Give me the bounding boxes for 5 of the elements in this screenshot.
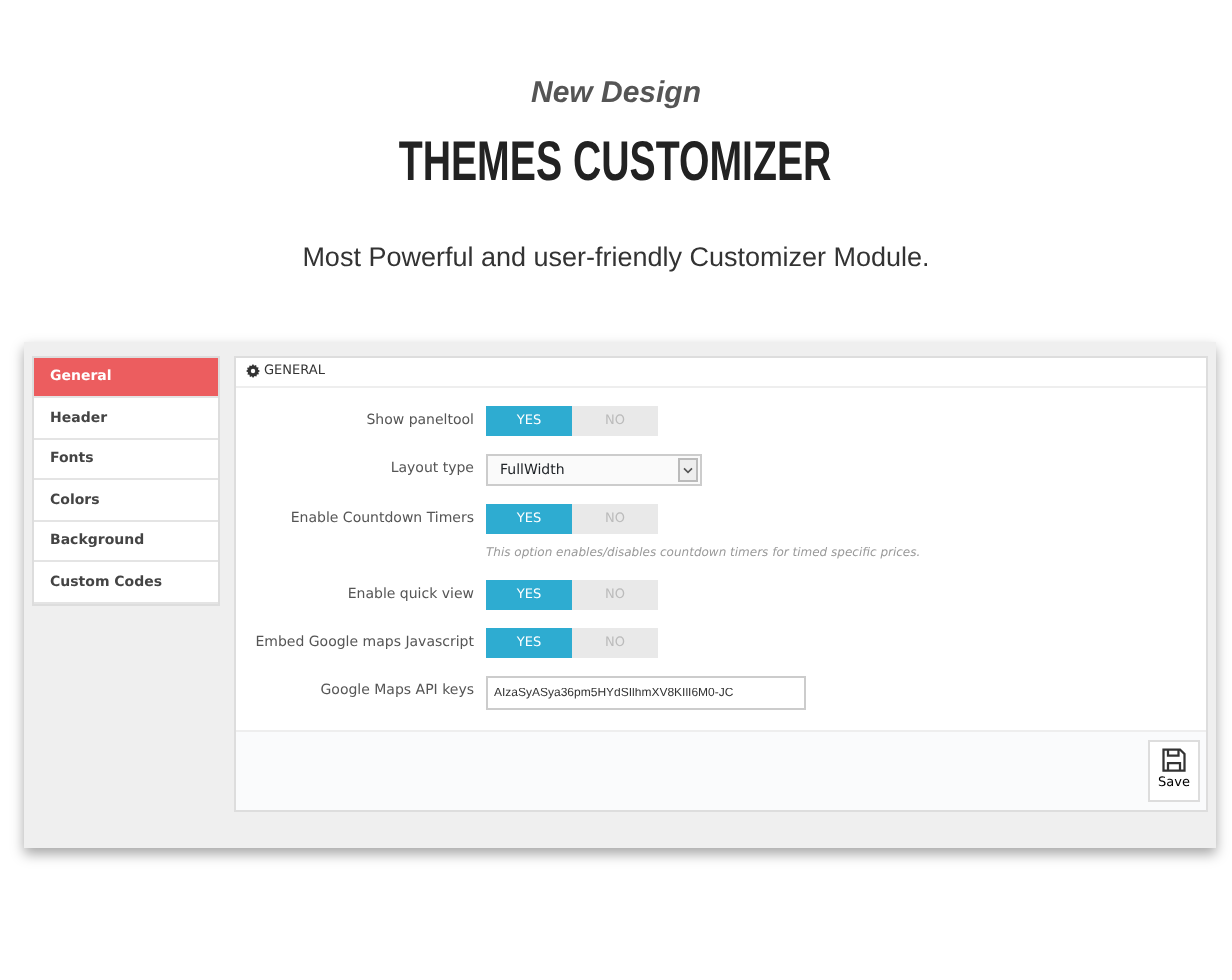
tagline: Most Powerful and user-friendly Customizer Module. (302, 239, 930, 276)
caret-icon (678, 458, 698, 483)
gear-icon (246, 364, 260, 379)
eyebrow-text: New Design (530, 74, 702, 114)
page-title: THEMES CUSTOMIZER (399, 133, 833, 189)
